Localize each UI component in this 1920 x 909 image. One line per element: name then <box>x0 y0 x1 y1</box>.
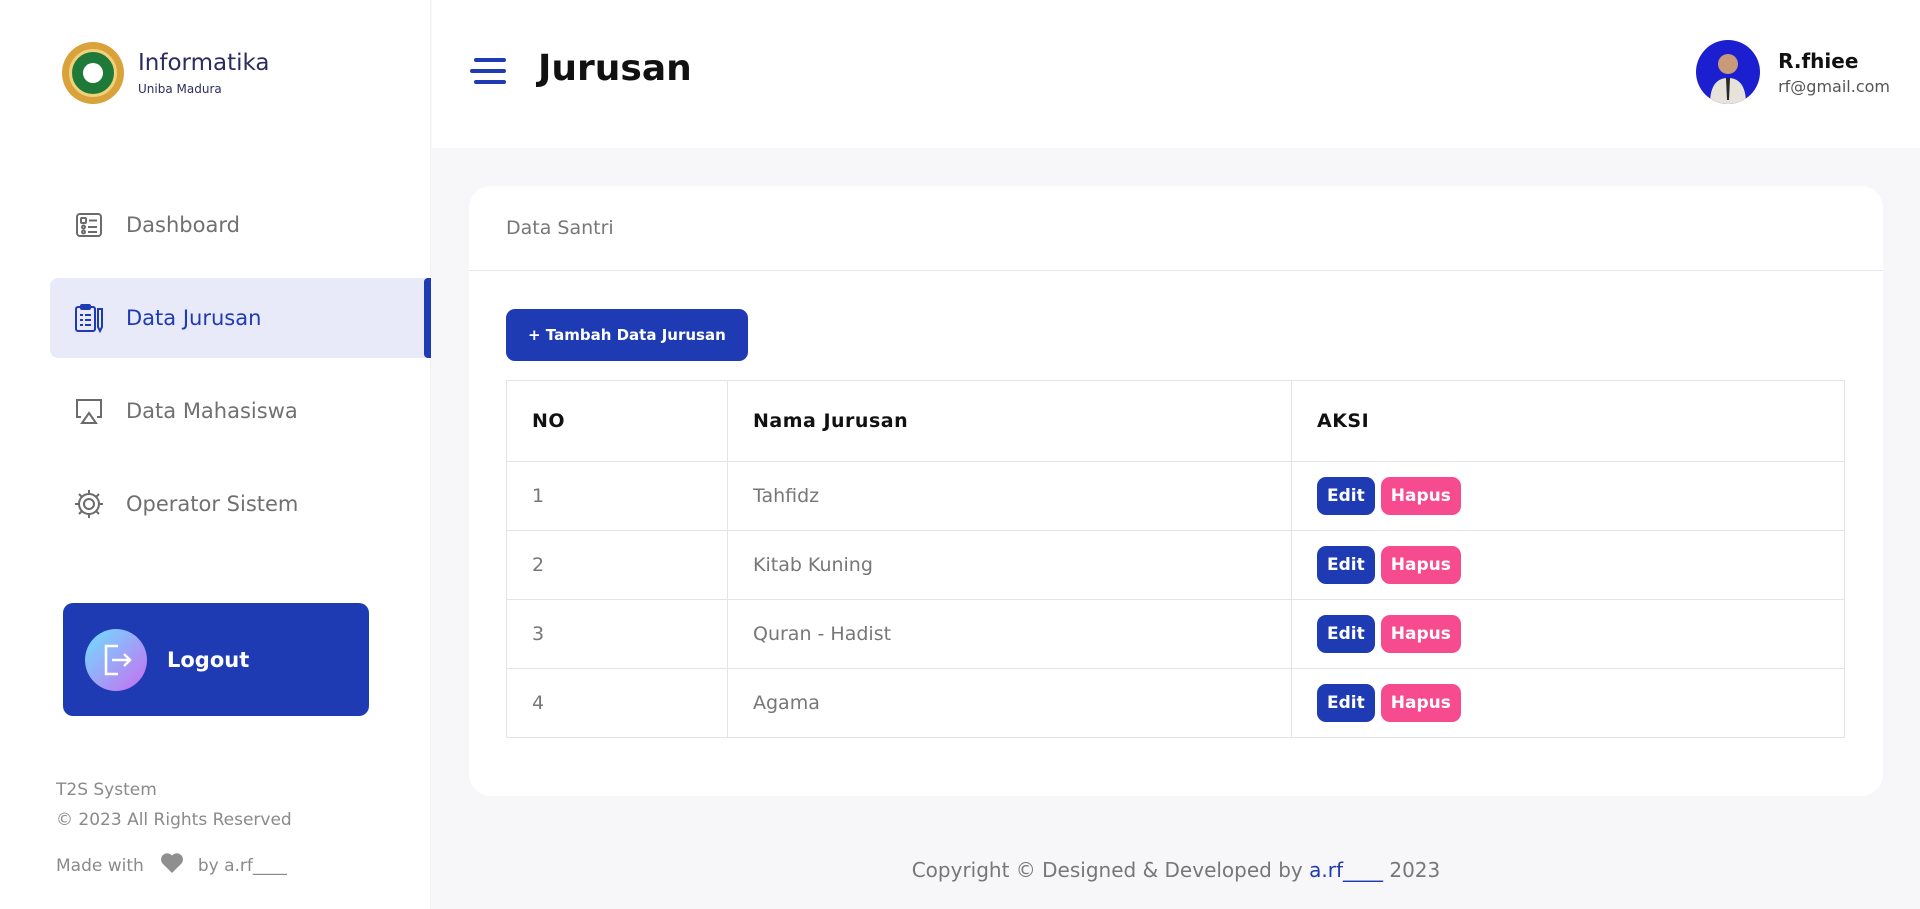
dashboard-icon <box>74 210 104 240</box>
user-profile[interactable]: R.fhiee rf@gmail.com <box>1696 40 1890 104</box>
jurusan-table: NO Nama Jurusan AKSI 1 Tahfidz Edit Hapus… <box>506 380 1845 738</box>
sidebar-item-data-jurusan[interactable]: Data Jurusan <box>50 278 431 358</box>
gear-icon <box>74 489 104 519</box>
logout-icon <box>85 628 147 691</box>
user-name: R.fhiee <box>1778 48 1859 73</box>
card-header: Data Santri <box>469 186 1883 271</box>
clipboard-icon <box>74 303 104 333</box>
sidebar-item-dashboard[interactable]: Dashboard <box>50 185 431 265</box>
column-header-aksi: AKSI <box>1291 380 1845 462</box>
sidebar-nav: Dashboard Data Jurusan Data Mahasiswa Op… <box>50 185 431 557</box>
sidebar: Informatika Uniba Madura Dashboard Data … <box>0 0 431 909</box>
hamburger-icon <box>470 58 506 84</box>
table-header-row: NO Nama Jurusan AKSI <box>506 380 1845 462</box>
menu-toggle-button[interactable] <box>470 56 506 86</box>
column-header-no: NO <box>506 380 728 462</box>
add-jurusan-button[interactable]: + Tambah Data Jurusan <box>506 309 748 361</box>
page-footer: Copyright © Designed & Developed by a.rf… <box>432 858 1920 882</box>
brand[interactable]: Informatika Uniba Madura <box>62 42 270 104</box>
copyright-text: © 2023 All Rights Reserved <box>56 810 292 830</box>
user-email: rf@gmail.com <box>1778 76 1890 96</box>
cell-aksi: Edit Hapus <box>1291 530 1845 600</box>
logout-label: Logout <box>167 647 250 672</box>
edit-button[interactable]: Edit <box>1317 546 1375 584</box>
cell-no: 1 <box>506 461 728 531</box>
page-title: Jurusan <box>538 48 692 89</box>
delete-button[interactable]: Hapus <box>1380 615 1461 653</box>
top-header: Jurusan R.fhiee rf@gmail.com <box>432 0 1920 148</box>
sidebar-footer: T2S System © 2023 All Rights Reserved Ma… <box>56 780 292 879</box>
card-title: Data Santri <box>506 217 614 239</box>
sidebar-item-label: Operator Sistem <box>126 492 299 516</box>
brand-subtitle: Uniba Madura <box>138 82 222 96</box>
table-row: 2 Kitab Kuning Edit Hapus <box>506 530 1845 600</box>
sidebar-item-label: Data Mahasiswa <box>126 399 298 423</box>
sidebar-item-data-mahasiswa[interactable]: Data Mahasiswa <box>50 371 431 451</box>
cell-nama: Kitab Kuning <box>727 530 1292 600</box>
cell-aksi: Edit Hapus <box>1291 599 1845 669</box>
university-logo <box>62 42 124 104</box>
data-card: Data Santri + Tambah Data Jurusan NO Nam… <box>469 186 1883 796</box>
edit-button[interactable]: Edit <box>1317 477 1375 515</box>
footer-author-link[interactable]: a.rf____ <box>1309 858 1383 882</box>
footer-year: 2023 <box>1389 858 1441 882</box>
cell-aksi: Edit Hapus <box>1291 668 1845 738</box>
delete-button[interactable]: Hapus <box>1380 684 1461 722</box>
made-with: Made with by a.rf____ <box>56 852 292 879</box>
sidebar-item-label: Data Jurusan <box>126 306 262 330</box>
monitor-icon <box>74 396 104 426</box>
cell-nama: Quran - Hadist <box>727 599 1292 669</box>
logout-button[interactable]: Logout <box>63 603 369 716</box>
delete-button[interactable]: Hapus <box>1380 546 1461 584</box>
made-with-author: by a.rf____ <box>197 855 287 876</box>
system-name: T2S System <box>56 780 157 800</box>
cell-no: 4 <box>506 668 728 738</box>
table-row: 3 Quran - Hadist Edit Hapus <box>506 599 1845 669</box>
made-with-prefix: Made with <box>56 855 144 876</box>
delete-button[interactable]: Hapus <box>1380 477 1461 515</box>
brand-title: Informatika <box>138 50 270 76</box>
footer-prefix: Copyright © Designed & Developed by <box>911 858 1303 882</box>
edit-button[interactable]: Edit <box>1317 615 1375 653</box>
cell-no: 2 <box>506 530 728 600</box>
heart-icon <box>160 852 184 879</box>
sidebar-item-label: Dashboard <box>126 213 240 237</box>
cell-no: 3 <box>506 599 728 669</box>
sidebar-item-operator-sistem[interactable]: Operator Sistem <box>50 464 431 544</box>
table-row: 4 Agama Edit Hapus <box>506 668 1845 738</box>
cell-nama: Tahfidz <box>727 461 1292 531</box>
table-row: 1 Tahfidz Edit Hapus <box>506 461 1845 531</box>
column-header-nama: Nama Jurusan <box>727 380 1292 462</box>
cell-aksi: Edit Hapus <box>1291 461 1845 531</box>
avatar <box>1696 40 1761 104</box>
edit-button[interactable]: Edit <box>1317 684 1375 722</box>
cell-nama: Agama <box>727 668 1292 738</box>
